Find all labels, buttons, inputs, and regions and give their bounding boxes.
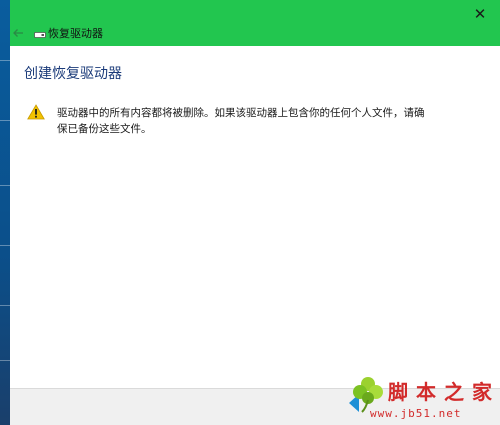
drive-icon — [34, 32, 46, 38]
title-bar: ✕ 恢复驱动器 — [10, 0, 500, 46]
watermark-title: 脚本之家 — [388, 380, 500, 404]
window-title: 恢复驱动器 — [48, 27, 103, 40]
recovery-drive-window: ✕ 恢复驱动器 创建恢复驱动器 驱动器中的所有内容都将被删除。如果该驱动器上包含… — [0, 0, 500, 425]
close-icon: ✕ — [473, 5, 487, 23]
desktop-background-strip — [0, 0, 10, 425]
back-arrow-icon[interactable] — [12, 27, 24, 39]
warning-icon — [27, 104, 45, 120]
watermark-logo: 脚本之家 www.jb51.net — [350, 374, 500, 425]
close-button[interactable]: ✕ — [470, 4, 490, 24]
warning-message: 驱动器中的所有内容都将被删除。如果该驱动器上包含你的任何个人文件，请确保已备份这… — [57, 107, 425, 135]
page-heading: 创建恢复驱动器 — [24, 66, 122, 82]
watermark-url: www.jb51.net — [370, 407, 462, 420]
